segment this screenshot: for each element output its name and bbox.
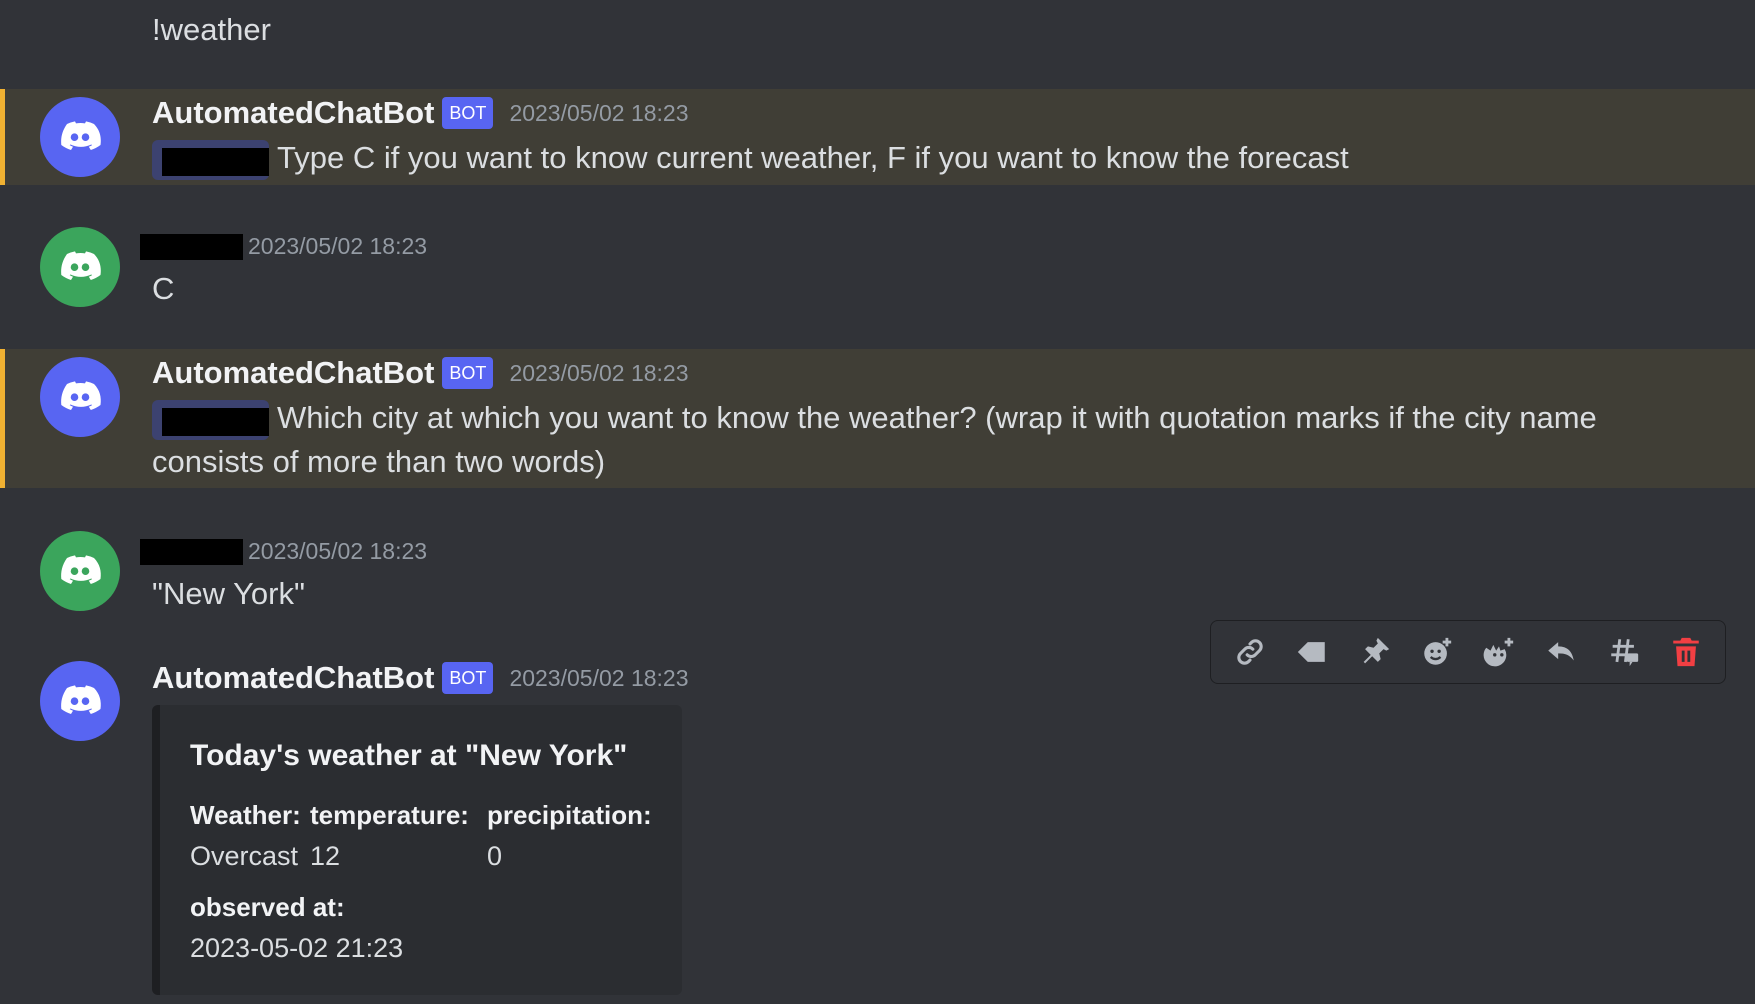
user-mention[interactable]: [152, 139, 269, 180]
bot-tag: BOT: [442, 97, 494, 129]
bot-tag: BOT: [442, 357, 494, 389]
message-text: !weather: [152, 12, 271, 47]
embed-field-observed-at: observed at: 2023-05-02 21:23: [190, 892, 403, 964]
create-thread-icon: [1610, 639, 1638, 667]
username-redacted[interactable]: [140, 538, 243, 565]
timestamp[interactable]: 2023/05/02 18:23: [248, 233, 427, 260]
username[interactable]: AutomatedChatBot: [152, 660, 434, 696]
pin-message-button[interactable]: [1353, 630, 1397, 674]
username[interactable]: AutomatedChatBot: [152, 95, 434, 131]
add-reaction-icon: [1424, 637, 1452, 665]
reply-icon: [1548, 642, 1575, 661]
bot-tag: BOT: [442, 662, 494, 694]
message-text: C: [152, 271, 175, 306]
field-value: 2023-05-02 21:23: [190, 933, 404, 963]
discord-logo-icon: [61, 121, 101, 150]
message-header: AutomatedChatBot BOT 2023/05/02 18:23: [152, 660, 689, 696]
discord-logo-icon: [61, 685, 101, 714]
timestamp[interactable]: 2023/05/02 18:23: [509, 100, 688, 127]
delete-message-button[interactable]: [1664, 630, 1708, 674]
weather-embed: Today's weather at "New York" Weather: O…: [152, 705, 682, 995]
pin-icon: [1363, 637, 1389, 664]
delete-icon: [1673, 637, 1699, 667]
discord-logo-icon: [61, 251, 101, 280]
reply-button[interactable]: [1539, 630, 1583, 674]
field-name: temperature:: [310, 800, 469, 830]
copy-link-button[interactable]: [1228, 630, 1272, 674]
add-super-reaction-button[interactable]: [1477, 630, 1521, 674]
embed-field-precipitation: precipitation: 0: [487, 800, 652, 872]
message-bot-1[interactable]: AutomatedChatBot BOT 2023/05/02 18:23 Ty…: [0, 89, 1755, 185]
field-name: observed at:: [190, 892, 345, 922]
message-header: AutomatedChatBot BOT 2023/05/02 18:23: [152, 95, 689, 131]
discord-logo-icon: [61, 381, 101, 410]
redaction-box: [162, 407, 269, 436]
discord-logo-icon: [61, 555, 101, 584]
bot-avatar[interactable]: [40, 357, 120, 437]
create-thread-button[interactable]: [1602, 630, 1646, 674]
embed-title: Today's weather at "New York": [190, 739, 628, 772]
message-text: Which city at which you want to know the…: [152, 400, 1597, 479]
message-header: 2023/05/02 18:23: [140, 233, 427, 260]
timestamp[interactable]: 2023/05/02 18:23: [509, 360, 688, 387]
link-icon: [1237, 639, 1263, 665]
message-text: Type C if you want to know current weath…: [277, 140, 1349, 175]
embed-field-weather: Weather: Overcast: [190, 800, 301, 872]
chat-log: !weather AutomatedChatBot BOT 2023/05/02…: [0, 0, 1755, 1004]
field-name: precipitation:: [487, 800, 652, 830]
message-user-2[interactable]: 2023/05/02 18:23 "New York": [0, 520, 1755, 620]
apps-button[interactable]: [1290, 630, 1334, 674]
field-value: 0: [487, 841, 503, 871]
message-body: Which city at which you want to know the…: [152, 396, 1622, 484]
embed-field-temperature: temperature: 12: [310, 800, 469, 872]
timestamp[interactable]: 2023/05/02 18:23: [509, 665, 688, 692]
user-avatar[interactable]: [40, 531, 120, 611]
message-text: "New York": [152, 576, 305, 611]
message-continuation[interactable]: !weather: [0, 0, 1755, 80]
bot-avatar[interactable]: [40, 661, 120, 741]
username-redacted[interactable]: [140, 233, 243, 260]
field-name: Weather:: [190, 800, 301, 830]
timestamp[interactable]: 2023/05/02 18:23: [248, 538, 427, 565]
username[interactable]: AutomatedChatBot: [152, 355, 434, 391]
tag-icon: [1298, 642, 1326, 662]
message-header: AutomatedChatBot BOT 2023/05/02 18:23: [152, 355, 689, 391]
field-value: Overcast: [190, 841, 299, 871]
message-body: Type C if you want to know current weath…: [152, 136, 1712, 180]
bot-avatar[interactable]: [40, 97, 120, 177]
user-avatar[interactable]: [40, 227, 120, 307]
message-actions-toolbar: [1210, 620, 1726, 684]
redaction-box: [162, 147, 269, 176]
add-reaction-button[interactable]: [1415, 630, 1459, 674]
message-user-1[interactable]: 2023/05/02 18:23 C: [0, 215, 1755, 325]
field-value: 12: [310, 841, 341, 871]
message-header: 2023/05/02 18:23: [140, 538, 427, 565]
add-super-reaction-icon: [1483, 637, 1514, 667]
message-bot-2[interactable]: AutomatedChatBot BOT 2023/05/02 18:23 Wh…: [0, 349, 1755, 488]
user-mention[interactable]: [152, 399, 269, 440]
